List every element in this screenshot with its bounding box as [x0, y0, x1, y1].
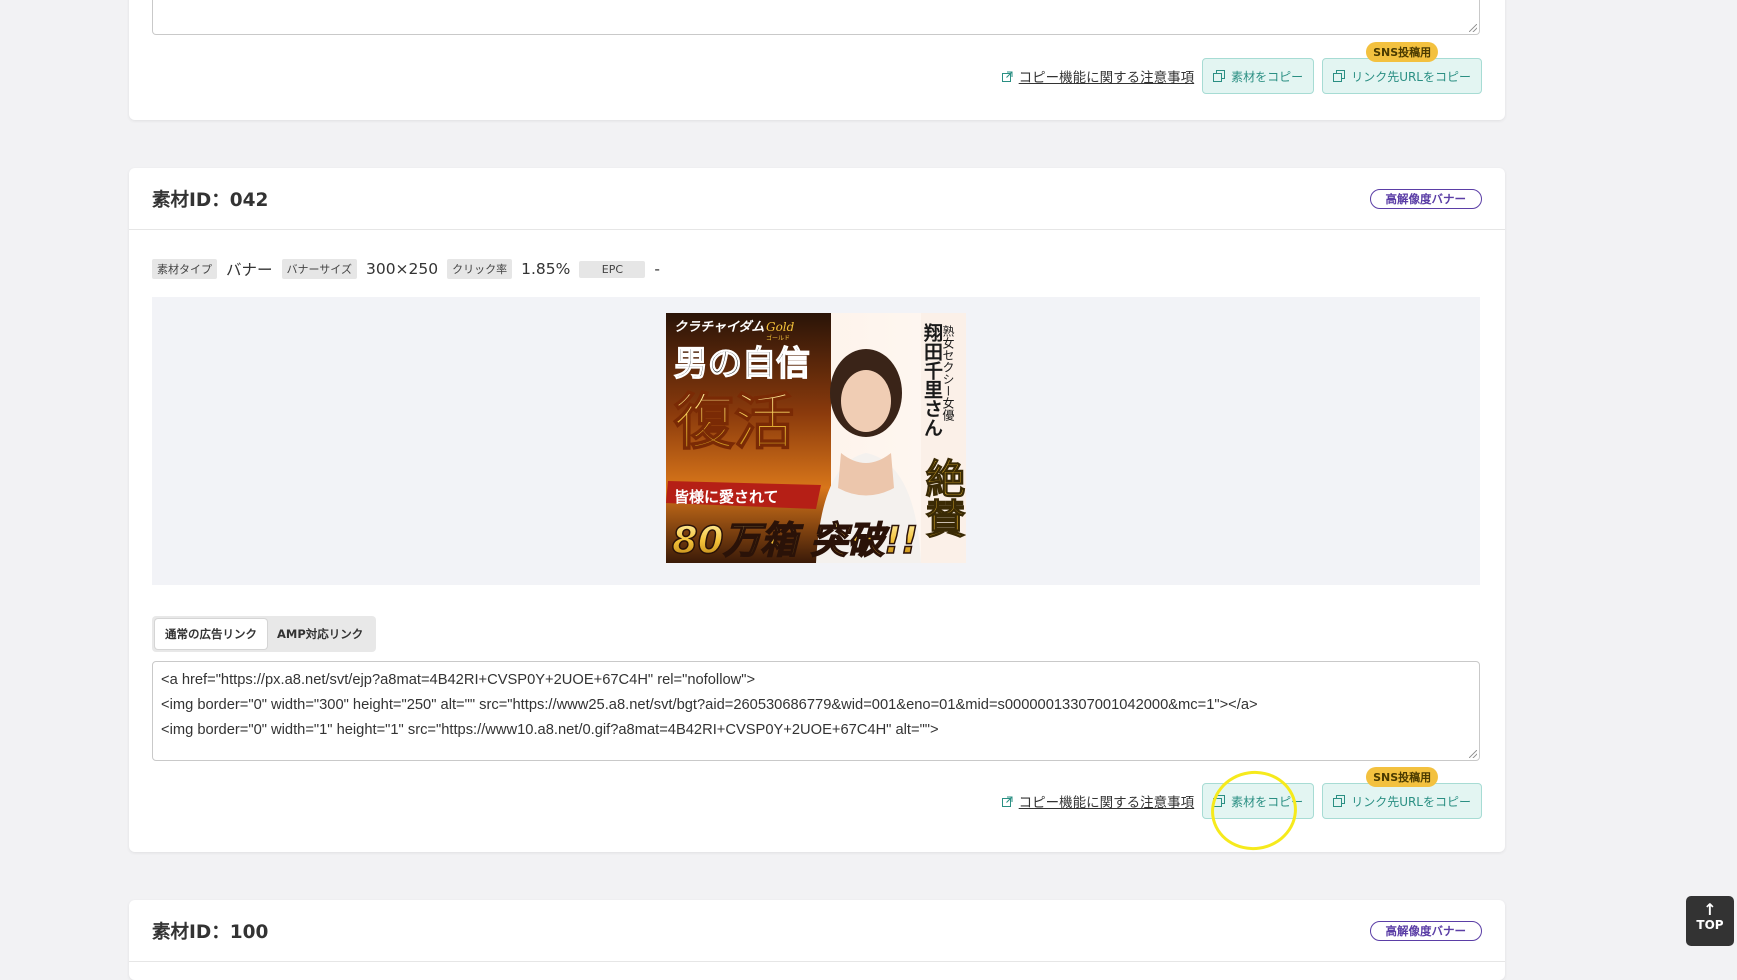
sns-badge: SNS投稿用 — [1366, 42, 1439, 62]
action-row: コピー機能に関する注意事項 素材をコピー SNS投稿用 リンク先URLをコピー — [1001, 42, 1482, 94]
material-id-title: 素材ID：100 — [152, 922, 269, 943]
tab-amp-link[interactable]: AMP対応リンク — [267, 619, 373, 649]
hires-banner-badge: 高解像度バナー — [1369, 921, 1482, 941]
banner-side-big: 絶賛 — [919, 457, 966, 538]
external-link-icon — [1001, 796, 1013, 807]
copy-notice-link[interactable]: コピー機能に関する注意事項 — [1001, 66, 1195, 86]
copy-notice-label: コピー機能に関する注意事項 — [1018, 70, 1195, 86]
code-line: <img border="0" width="1" height="1" src… — [161, 722, 939, 738]
copy-url-label: リンク先URLをコピー — [1351, 69, 1471, 84]
copy-url-label: リンク先URLをコピー — [1351, 794, 1471, 809]
banner-headline2: 復活 — [673, 388, 794, 458]
copy-notice-label: コピー機能に関する注意事項 — [1018, 795, 1195, 811]
hires-banner-badge: 高解像度バナー — [1369, 189, 1482, 209]
copy-material-button[interactable]: 素材をコピー — [1202, 58, 1315, 94]
epc-value: - — [654, 260, 660, 278]
code-textarea[interactable] — [152, 0, 1480, 35]
banner-preview-area: クラチャイダム Gold ゴールド 男の自信 復活 皆様に愛されて 80万箱 突… — [152, 297, 1480, 585]
copy-material-label: 素材をコピー — [1231, 69, 1304, 84]
tab-normal-link[interactable]: 通常の広告リンク — [155, 619, 267, 649]
back-to-top-button[interactable]: ↑ TOP — [1686, 896, 1734, 946]
top-label: TOP — [1696, 918, 1724, 932]
ad-code-textarea[interactable]: <a href="https://px.a8.net/svt/ejp?a8mat… — [152, 661, 1480, 761]
code-line: <img border="0" width="300" height="250"… — [161, 697, 1258, 713]
card-header: 素材ID：100 高解像度バナー — [129, 900, 1505, 962]
material-card-100: 素材ID：100 高解像度バナー — [129, 900, 1505, 980]
copy-notice-link[interactable]: コピー機能に関する注意事項 — [1001, 791, 1195, 811]
action-row: コピー機能に関する注意事項 素材をコピー SNS投稿用 リンク先URLをコピー — [1001, 767, 1482, 819]
banner-side-name: 翔田千里さん — [921, 322, 944, 437]
copy-url-button[interactable]: SNS投稿用 リンク先URLをコピー — [1322, 42, 1482, 94]
epc-tag: EPC — [579, 260, 646, 278]
svg-text:ゴールド: ゴールド — [766, 334, 790, 342]
copy-material-label: 素材をコピー — [1231, 794, 1304, 809]
resize-handle[interactable] — [1469, 750, 1477, 758]
banner-big: 80万箱 突破!! — [672, 519, 918, 562]
material-meta: 素材タイプ バナー バナーサイズ 300×250 クリック率 1.85% EPC… — [152, 258, 669, 280]
ctr-tag: クリック率 — [447, 259, 513, 279]
banner-ribbon: 皆様に愛されて — [674, 488, 779, 506]
material-type-value: バナー — [226, 261, 273, 279]
copy-material-button[interactable]: 素材をコピー — [1202, 783, 1315, 819]
banner-headline1: 男の自信 — [674, 344, 810, 384]
material-card-previous: コピー機能に関する注意事項 素材をコピー SNS投稿用 リンク先URLをコピー — [129, 0, 1505, 120]
sns-badge: SNS投稿用 — [1366, 767, 1439, 787]
link-type-tabs: 通常の広告リンク AMP対応リンク — [152, 616, 377, 652]
code-line: <a href="https://px.a8.net/svt/ejp?a8mat… — [161, 672, 756, 688]
copy-url-button[interactable]: SNS投稿用 リンク先URLをコピー — [1322, 767, 1482, 819]
resize-handle[interactable] — [1469, 24, 1477, 32]
copy-icon — [1333, 795, 1346, 807]
material-type-tag: 素材タイプ — [152, 259, 217, 279]
banner-size-value: 300×250 — [365, 260, 439, 278]
material-id-title: 素材ID：042 — [152, 190, 269, 211]
ctr-value: 1.85% — [521, 260, 571, 278]
arrow-up-icon: ↑ — [1703, 900, 1717, 919]
copy-icon — [1333, 70, 1346, 82]
svg-text:Gold: Gold — [766, 320, 795, 334]
banner-side-small: 熟女セクシー女優 — [941, 324, 955, 422]
material-card-042: 素材ID：042 高解像度バナー 素材タイプ バナー バナーサイズ 300×25… — [129, 168, 1505, 852]
external-link-icon — [1001, 71, 1013, 82]
banner-brand: クラチャイダム — [674, 319, 764, 335]
card-header: 素材ID：042 高解像度バナー — [129, 168, 1505, 230]
copy-icon — [1213, 70, 1226, 82]
copy-icon — [1213, 795, 1226, 807]
banner-image: クラチャイダム Gold ゴールド 男の自信 復活 皆様に愛されて 80万箱 突… — [666, 313, 966, 563]
banner-size-tag: バナーサイズ — [281, 259, 357, 279]
